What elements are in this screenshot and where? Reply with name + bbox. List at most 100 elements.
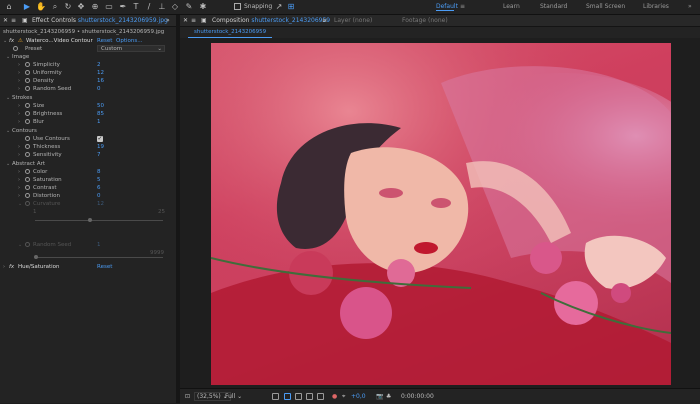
collapse-arrow-icon[interactable]: › (18, 192, 20, 200)
snapping-checkbox[interactable] (234, 3, 241, 10)
fx-icon[interactable]: fx (9, 37, 14, 45)
view-options-icon[interactable] (306, 393, 313, 400)
collapse-arrow-icon[interactable]: › (18, 85, 20, 93)
footage-tab[interactable]: Footage (none) (402, 17, 448, 24)
param-value[interactable]: 0 (97, 85, 101, 93)
type-tool-icon[interactable]: T (131, 2, 141, 12)
timecode[interactable]: 0:00:00:00 (401, 393, 434, 400)
show-snapshot-icon[interactable]: ♣ (386, 393, 391, 400)
stopwatch-icon[interactable] (25, 70, 30, 75)
collapse-arrow-icon[interactable]: › (18, 61, 20, 69)
effect-options-link[interactable]: Options... (116, 37, 142, 45)
color-channel-icon[interactable]: ● (332, 393, 337, 400)
group-contours[interactable]: ⌄ Contours (0, 127, 176, 135)
collapse-arrow-icon[interactable]: › (18, 77, 20, 85)
selection-tool-icon[interactable]: ▶ (22, 2, 32, 12)
group-strokes[interactable]: ⌄ Strokes (0, 94, 176, 102)
comp-flowchart-tab[interactable]: shutterstock_2143206959 (188, 27, 273, 38)
transparency-grid-icon[interactable] (284, 393, 291, 400)
use-contours-checkbox[interactable]: ✓ (97, 136, 103, 142)
expand-arrow-icon[interactable]: ⌄ (6, 53, 10, 61)
lock-icon[interactable]: ▣ (22, 17, 28, 24)
region-of-interest-icon[interactable] (272, 393, 279, 400)
panel-menu-icon[interactable]: ≡ (11, 17, 16, 24)
expand-arrow-icon[interactable]: ⌄ (3, 37, 7, 45)
collapse-arrow-icon[interactable]: › (3, 263, 5, 271)
stopwatch-icon[interactable] (25, 103, 30, 108)
collapse-arrow-icon[interactable]: › (18, 151, 20, 159)
param-value[interactable]: 0 (97, 192, 101, 200)
param-value[interactable]: 2 (97, 61, 101, 69)
collapse-arrow-icon[interactable]: › (18, 168, 20, 176)
stopwatch-icon[interactable] (25, 169, 30, 174)
stopwatch-icon[interactable] (25, 119, 30, 124)
camera-tool-icon[interactable]: ✥ (76, 2, 86, 12)
composition-tab-menu-icon[interactable]: ≡ (322, 17, 327, 24)
param-value[interactable]: 7 (97, 151, 101, 159)
collapse-arrow-icon[interactable]: › (18, 69, 20, 77)
group-abstract-art[interactable]: ⌄ Abstract Art (0, 160, 176, 168)
collapse-arrow-icon[interactable]: › (18, 102, 20, 110)
stopwatch-icon[interactable] (25, 185, 30, 190)
watercolor-effect-header[interactable]: ⌄ fx ⚠ Waterco...Video Contour Reset Opt… (0, 37, 176, 45)
composition-viewer[interactable] (180, 38, 700, 388)
exposure-reset-icon[interactable]: ⌖ (342, 393, 345, 401)
panel-close-icon[interactable]: ✕ (3, 17, 8, 24)
param-value[interactable]: 19 (97, 143, 104, 151)
effect-reset-link[interactable]: Reset (97, 263, 112, 271)
snap-edges-icon[interactable]: ↗ (274, 2, 284, 12)
param-value[interactable]: 1 (97, 118, 101, 126)
stopwatch-icon[interactable] (25, 86, 30, 91)
brush-tool-icon[interactable]: / (144, 2, 154, 12)
eraser-tool-icon[interactable]: ◇ (170, 2, 180, 12)
stopwatch-icon[interactable] (25, 152, 30, 157)
workspace-learn[interactable]: Learn (503, 3, 520, 10)
fx-icon[interactable]: fx (9, 263, 14, 271)
rotation-tool-icon[interactable]: ↻ (63, 2, 73, 12)
workspace-default[interactable]: Default (436, 3, 458, 10)
param-value[interactable]: 50 (97, 102, 104, 110)
preset-dropdown[interactable]: Custom ⌄ (97, 45, 165, 52)
more-workspaces-icon[interactable]: » (688, 3, 692, 10)
stopwatch-icon[interactable] (25, 136, 30, 141)
expand-arrow-icon[interactable]: ⌄ (6, 127, 10, 135)
pen-tool-icon[interactable]: ✒ (118, 2, 128, 12)
param-value[interactable]: 6 (97, 184, 101, 192)
camera-view-icon[interactable] (317, 393, 324, 400)
expand-arrow-icon[interactable]: ⌄ (6, 160, 10, 168)
workspace-standard[interactable]: Standard (540, 3, 567, 10)
workspace-menu-icon[interactable]: ≡ (460, 3, 465, 10)
anchor-tool-icon[interactable]: ⊕ (90, 2, 100, 12)
hue-saturation-effect-header[interactable]: › fx Hue/Saturation Reset (0, 263, 176, 271)
lock-icon[interactable]: ▣ (201, 17, 207, 24)
stopwatch-icon[interactable] (25, 193, 30, 198)
effect-controls-tab[interactable]: Effect Controls shutterstock_2143206959.… (32, 17, 168, 24)
home-icon[interactable]: ⌂ (4, 2, 14, 12)
resolution-dropdown[interactable]: Full ⌄ (225, 393, 242, 400)
composition-tab[interactable]: Composition shutterstock_2143206959 (212, 17, 330, 24)
panel-menu-icon[interactable]: ≡ (191, 17, 196, 24)
stopwatch-icon[interactable] (25, 111, 30, 116)
stopwatch-icon[interactable] (25, 78, 30, 83)
exposure-value[interactable]: +0,0 (351, 393, 366, 400)
roto-brush-tool-icon[interactable]: ✎ (184, 2, 194, 12)
mask-rect-tool-icon[interactable]: ▭ (104, 2, 114, 12)
snap-grid-icon[interactable]: ⊞ (286, 2, 296, 12)
layer-tab[interactable]: Layer (none) (334, 17, 372, 24)
expand-arrow-icon[interactable]: ⌄ (6, 94, 10, 102)
stopwatch-icon[interactable] (13, 46, 18, 51)
collapse-arrow-icon[interactable]: › (18, 118, 20, 126)
group-image[interactable]: ⌄ Image (0, 53, 176, 61)
puppet-tool-icon[interactable]: ✱ (198, 2, 208, 12)
collapse-arrow-icon[interactable]: › (18, 184, 20, 192)
stopwatch-icon[interactable] (25, 177, 30, 182)
param-value[interactable]: 85 (97, 110, 104, 118)
stopwatch-icon[interactable] (25, 62, 30, 67)
panel-overflow-icon[interactable]: » (166, 17, 170, 24)
collapse-arrow-icon[interactable]: › (18, 176, 20, 184)
panel-close-icon[interactable]: ✕ (183, 17, 188, 24)
param-value[interactable]: 8 (97, 168, 101, 176)
collapse-arrow-icon[interactable]: › (18, 143, 20, 151)
param-value[interactable]: 12 (97, 69, 104, 77)
collapse-arrow-icon[interactable]: › (18, 110, 20, 118)
